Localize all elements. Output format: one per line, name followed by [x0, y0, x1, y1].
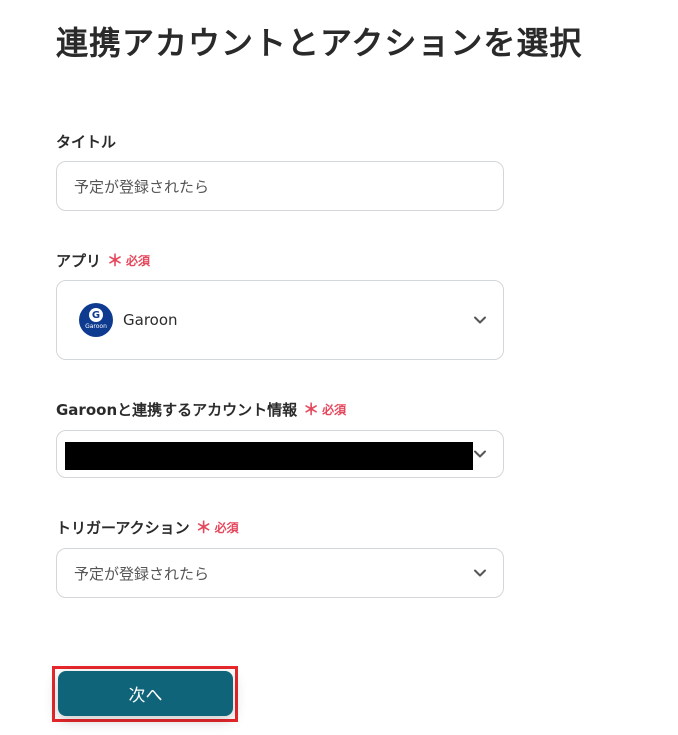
app-label-text: アプリ — [56, 252, 102, 270]
chevron-down-icon — [474, 450, 486, 458]
required-badge: ＊ 必須 — [303, 401, 346, 418]
required-asterisk: ＊ — [195, 517, 212, 537]
trigger-action-select[interactable]: 予定が登録されたら — [56, 548, 504, 598]
next-button[interactable]: 次へ — [58, 671, 233, 716]
required-badge: ＊ 必須 — [107, 252, 150, 269]
title-input-value: 予定が登録されたら — [74, 177, 210, 196]
chevron-down-icon — [474, 316, 486, 324]
trigger-action-value: 予定が登録されたら — [74, 564, 210, 583]
garoon-logo-letter: G — [89, 308, 103, 322]
chevron-down-icon — [474, 569, 486, 577]
app-select[interactable]: G Garoon Garoon — [56, 280, 504, 360]
required-text: 必須 — [214, 521, 239, 535]
redacted-account-value — [65, 442, 473, 470]
required-asterisk: ＊ — [107, 250, 124, 270]
account-field-label: Garoonと連携するアカウント情報 ＊ 必須 — [56, 399, 346, 420]
title-label-text: タイトル — [56, 133, 117, 151]
app-field-label: アプリ ＊ 必須 — [56, 250, 150, 271]
title-input[interactable]: 予定が登録されたら — [56, 161, 504, 211]
trigger-field-label: トリガーアクション ＊ 必須 — [56, 517, 239, 538]
required-text: 必須 — [322, 403, 347, 417]
required-badge: ＊ 必須 — [196, 519, 239, 536]
app-name: Garoon — [123, 311, 178, 329]
account-select[interactable] — [56, 430, 504, 478]
required-text: 必須 — [126, 254, 151, 268]
garoon-logo-text: Garoon — [85, 323, 107, 330]
page-title: 連携アカウントとアクションを選択 — [56, 24, 583, 62]
garoon-logo-icon: G Garoon — [79, 303, 113, 337]
trigger-label-text: トリガーアクション — [56, 519, 190, 537]
title-field-label: タイトル — [56, 131, 116, 152]
account-label-text: Garoonと連携するアカウント情報 — [56, 401, 298, 419]
required-asterisk: ＊ — [303, 399, 320, 419]
